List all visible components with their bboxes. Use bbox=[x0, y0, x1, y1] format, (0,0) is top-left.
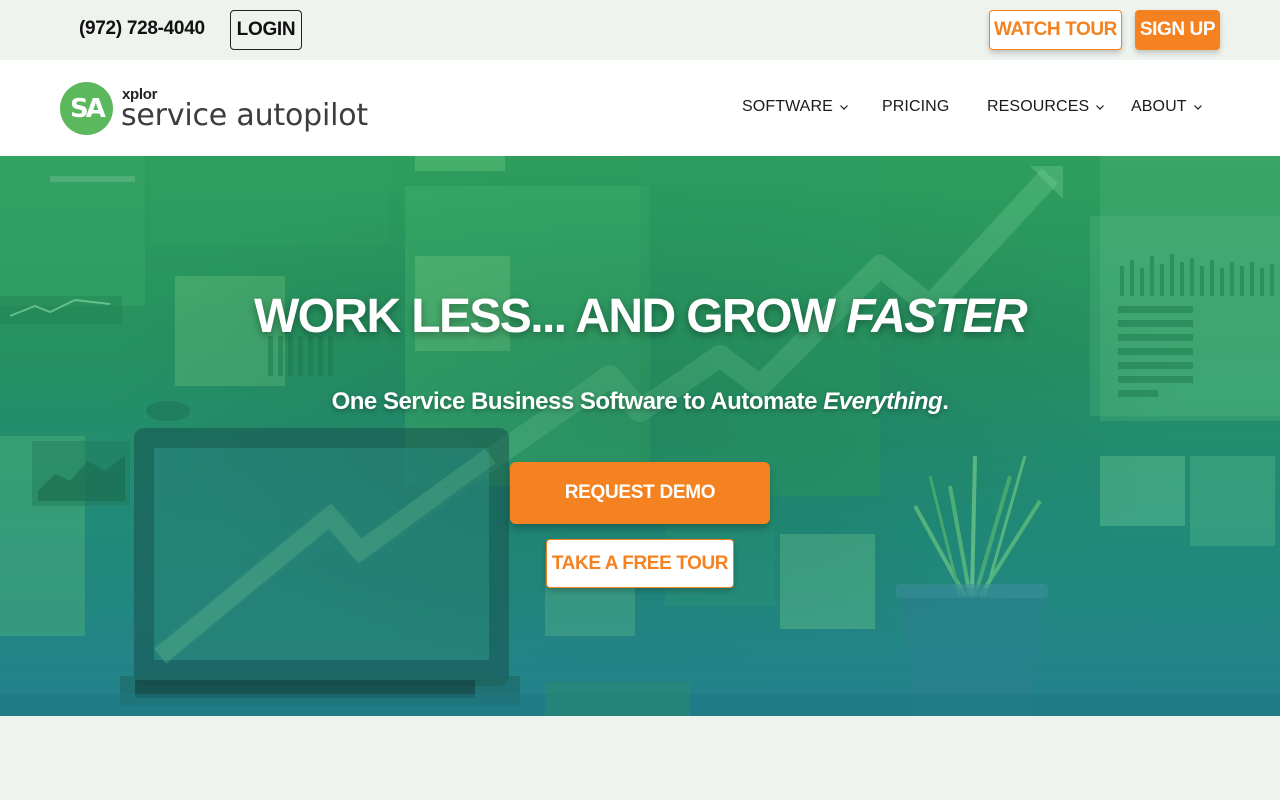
take-free-tour-button[interactable]: TAKE A FREE TOUR bbox=[546, 539, 734, 588]
nav-item-label: PRICING bbox=[882, 98, 950, 115]
logo-mark: SA bbox=[60, 82, 113, 135]
chevron-down-icon bbox=[839, 102, 849, 112]
chevron-down-icon bbox=[1193, 102, 1203, 112]
subhead-emphasis: Everything bbox=[823, 388, 943, 415]
nav-item-software[interactable]: SOFTWARE bbox=[742, 98, 849, 116]
main-navigation: SA xplor service autopilot SOFTWARE PRIC… bbox=[0, 60, 1280, 156]
request-demo-button[interactable]: REQUEST DEMO bbox=[510, 462, 770, 524]
login-button[interactable]: LOGIN bbox=[230, 10, 302, 50]
service-autopilot-logo[interactable]: SA xplor service autopilot bbox=[60, 81, 370, 137]
subhead-end: . bbox=[942, 388, 949, 415]
logo-brand-name: service autopilot bbox=[121, 98, 368, 133]
hero-overlay bbox=[0, 156, 1280, 716]
nav-item-pricing[interactable]: PRICING bbox=[882, 98, 949, 116]
nav-item-label: RESOURCES bbox=[987, 98, 1090, 115]
hero-headline: WORK LESS... AND GROW FASTER bbox=[0, 289, 1280, 344]
subhead-main: One Service Business Software to Automat… bbox=[331, 388, 824, 415]
top-utility-bar: (972) 728-4040 LOGIN WATCH TOUR SIGN UP bbox=[0, 0, 1280, 60]
nav-item-about[interactable]: ABOUT bbox=[1131, 98, 1203, 116]
headline-main: WORK LESS... AND GROW bbox=[253, 290, 847, 343]
phone-number-link[interactable]: (972) 728-4040 bbox=[79, 18, 205, 40]
logo-mark-text: SA bbox=[70, 94, 106, 124]
chevron-down-icon bbox=[1095, 102, 1105, 112]
sign-up-button[interactable]: SIGN UP bbox=[1135, 10, 1220, 50]
hero-subheadline: One Service Business Software to Automat… bbox=[0, 388, 1280, 416]
nav-item-resources[interactable]: RESOURCES bbox=[987, 98, 1105, 116]
nav-item-label: SOFTWARE bbox=[742, 98, 833, 115]
nav-item-label: ABOUT bbox=[1131, 98, 1187, 115]
headline-emphasis: FASTER bbox=[846, 290, 1027, 343]
below-hero-section bbox=[0, 716, 1280, 800]
hero-section: WORK LESS... AND GROW FASTER One Service… bbox=[0, 156, 1280, 716]
watch-tour-button[interactable]: WATCH TOUR bbox=[989, 10, 1122, 50]
